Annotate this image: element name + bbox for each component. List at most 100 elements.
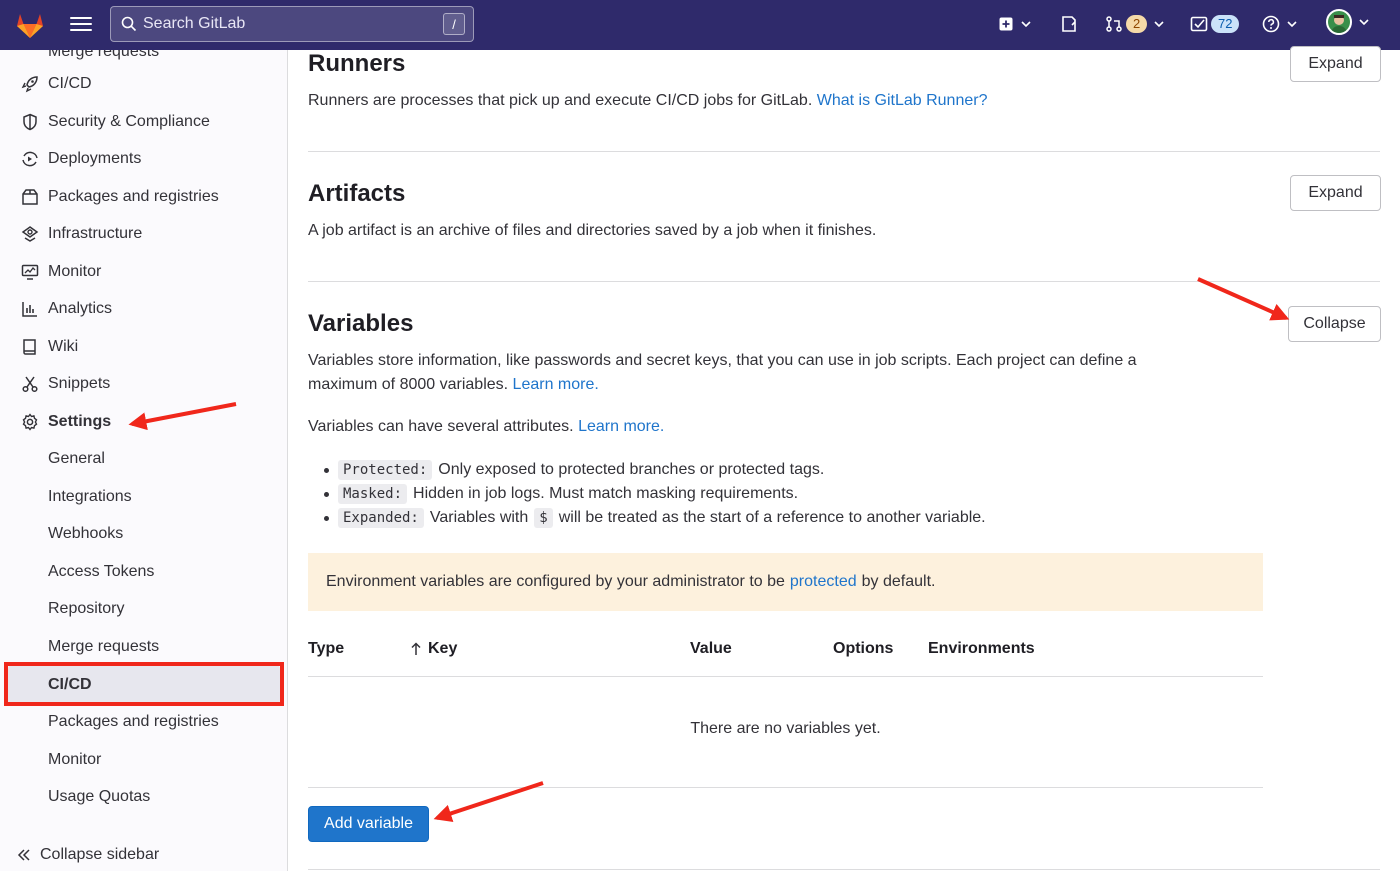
- section-divider: [308, 151, 1380, 152]
- masked-code: Masked:: [338, 484, 408, 504]
- column-header-key-label: Key: [428, 640, 458, 657]
- expanded-code: Expanded:: [338, 508, 424, 528]
- list-item: Masked: Hidden in job logs. Must match m…: [324, 482, 986, 506]
- annotation-highlight-box: [4, 662, 284, 706]
- merge-requests-count-badge: 2: [1126, 15, 1148, 33]
- menu-icon[interactable]: [70, 14, 92, 34]
- double-chevron-left-icon: [17, 849, 30, 861]
- protected-link[interactable]: protected: [790, 573, 857, 591]
- merge-request-icon: [1106, 16, 1122, 32]
- book-icon: [20, 337, 40, 357]
- sidebar-subitem-repository[interactable]: Repository: [48, 591, 124, 627]
- runners-title: Runners: [308, 50, 406, 77]
- deployments-icon: [20, 149, 40, 169]
- list-item: Expanded: Variables with $ will be treat…: [324, 506, 986, 530]
- sidebar-item-infrastructure[interactable]: Infrastructure: [0, 216, 287, 252]
- chevron-down-icon: [1021, 21, 1031, 28]
- column-header-type: Type: [308, 640, 345, 657]
- search-shortcut-key: /: [443, 13, 465, 35]
- chevron-down-icon: [1154, 21, 1164, 28]
- gitlab-logo-icon[interactable]: [14, 9, 46, 41]
- sidebar-subitem-general[interactable]: General: [48, 441, 105, 477]
- sidebar-item-label: Packages and registries: [48, 188, 219, 205]
- protected-variables-alert: Environment variables are configured by …: [308, 553, 1263, 611]
- variables-attributes-text: Variables can have several attributes. L…: [308, 415, 664, 439]
- sidebar: Merge requests CI/CD Security & Complian…: [0, 50, 288, 871]
- sidebar-item-packages-registries[interactable]: Packages and registries: [0, 179, 287, 215]
- sidebar-subitem-webhooks[interactable]: Webhooks: [48, 516, 123, 552]
- sidebar-item-analytics[interactable]: Analytics: [0, 291, 287, 327]
- variables-collapse-button[interactable]: Collapse: [1288, 306, 1381, 342]
- list-item-text: will be treated as the start of a refere…: [558, 509, 986, 526]
- runners-expand-button[interactable]: Expand: [1290, 46, 1381, 82]
- todos-button[interactable]: 72: [1190, 12, 1240, 36]
- column-header-key[interactable]: Key: [410, 640, 457, 658]
- variables-title: Variables: [308, 310, 414, 337]
- scissors-icon: [20, 374, 40, 394]
- sidebar-item-settings[interactable]: Settings: [0, 404, 287, 440]
- sidebar-item-label: Merge requests: [48, 50, 160, 60]
- sidebar-subitem-monitor[interactable]: Monitor: [48, 742, 101, 778]
- chevron-down-icon: [1359, 19, 1369, 26]
- sidebar-item-label: Settings: [48, 413, 112, 430]
- add-variable-button[interactable]: Add variable: [308, 806, 429, 842]
- what-is-runner-link[interactable]: What is GitLab Runner?: [817, 92, 988, 109]
- sidebar-item-label: Analytics: [48, 300, 113, 317]
- chevron-down-icon: [1287, 21, 1297, 28]
- sidebar-item-label: CI/CD: [48, 75, 92, 92]
- issues-button[interactable]: [1060, 12, 1078, 36]
- plus-square-icon: [999, 17, 1013, 31]
- column-header-environments: Environments: [928, 640, 1035, 657]
- sidebar-item-security-compliance[interactable]: Security & Compliance: [0, 104, 287, 140]
- merge-requests-button[interactable]: 2: [1105, 12, 1165, 36]
- create-new-button[interactable]: [998, 12, 1032, 36]
- artifacts-title: Artifacts: [308, 180, 406, 207]
- todo-check-icon: [1190, 16, 1208, 32]
- sidebar-item-wiki[interactable]: Wiki: [0, 329, 287, 365]
- table-header-divider: [308, 676, 1263, 677]
- sidebar-subitem-integrations[interactable]: Integrations: [48, 479, 132, 515]
- column-header-value: Value: [690, 640, 732, 657]
- collapse-sidebar-label: Collapse sidebar: [40, 846, 160, 863]
- sidebar-item-snippets[interactable]: Snippets: [0, 366, 287, 402]
- list-item-text: Variables with: [429, 509, 529, 526]
- sidebar-subitem-merge-requests[interactable]: Merge requests: [48, 629, 159, 665]
- sidebar-item-label: Security & Compliance: [48, 113, 210, 130]
- runners-description-text: Runners are processes that pick up and e…: [308, 92, 813, 109]
- alert-text-end: by default.: [861, 573, 936, 590]
- top-navbar: Search GitLab / 2 72: [0, 0, 1400, 50]
- sidebar-subitem-usage-quotas[interactable]: Usage Quotas: [48, 779, 150, 815]
- table-footer-divider: [308, 787, 1263, 788]
- list-item-text: Hidden in job logs. Must match masking r…: [413, 485, 799, 502]
- learn-more-link[interactable]: Learn more.: [513, 376, 599, 393]
- shield-icon: [20, 112, 40, 132]
- artifacts-description: A job artifact is an archive of files an…: [308, 222, 877, 239]
- sidebar-subitem-access-tokens[interactable]: Access Tokens: [48, 554, 154, 590]
- artifacts-expand-button[interactable]: Expand: [1290, 175, 1381, 211]
- variables-description-text: maximum of 8000 variables.: [308, 376, 509, 393]
- attributes-text: Variables can have several attributes.: [308, 418, 574, 435]
- variables-description-line1: Variables store information, like passwo…: [308, 352, 1137, 369]
- variables-description-line2: maximum of 8000 variables. Learn more.: [308, 373, 599, 397]
- section-divider: [308, 281, 1380, 282]
- help-button[interactable]: [1262, 12, 1298, 36]
- monitor-icon: [20, 262, 40, 282]
- todos-count-badge: 72: [1211, 15, 1240, 33]
- package-icon: [20, 187, 40, 207]
- sidebar-item-monitor[interactable]: Monitor: [0, 254, 287, 290]
- cloud-icon: [20, 224, 40, 244]
- sidebar-subitem-packages-registries[interactable]: Packages and registries: [48, 704, 219, 740]
- empty-state-text: There are no variables yet.: [690, 720, 881, 737]
- list-item-text: Only exposed to protected branches or pr…: [438, 461, 825, 478]
- merge-request-icon: [20, 50, 40, 62]
- sidebar-item-deployments[interactable]: Deployments: [0, 141, 287, 177]
- user-menu-button[interactable]: [1326, 9, 1370, 35]
- main-content: Runners Expand Runners are processes tha…: [308, 46, 1400, 871]
- list-item: Protected: Only exposed to protected bra…: [324, 458, 986, 482]
- chart-icon: [20, 299, 40, 319]
- search-input[interactable]: Search GitLab /: [110, 6, 474, 42]
- collapse-sidebar-button[interactable]: Collapse sidebar: [16, 846, 159, 864]
- sidebar-item-ci-cd[interactable]: CI/CD: [0, 66, 287, 102]
- learn-more-attributes-link[interactable]: Learn more.: [578, 418, 664, 435]
- issues-icon: [1062, 16, 1076, 32]
